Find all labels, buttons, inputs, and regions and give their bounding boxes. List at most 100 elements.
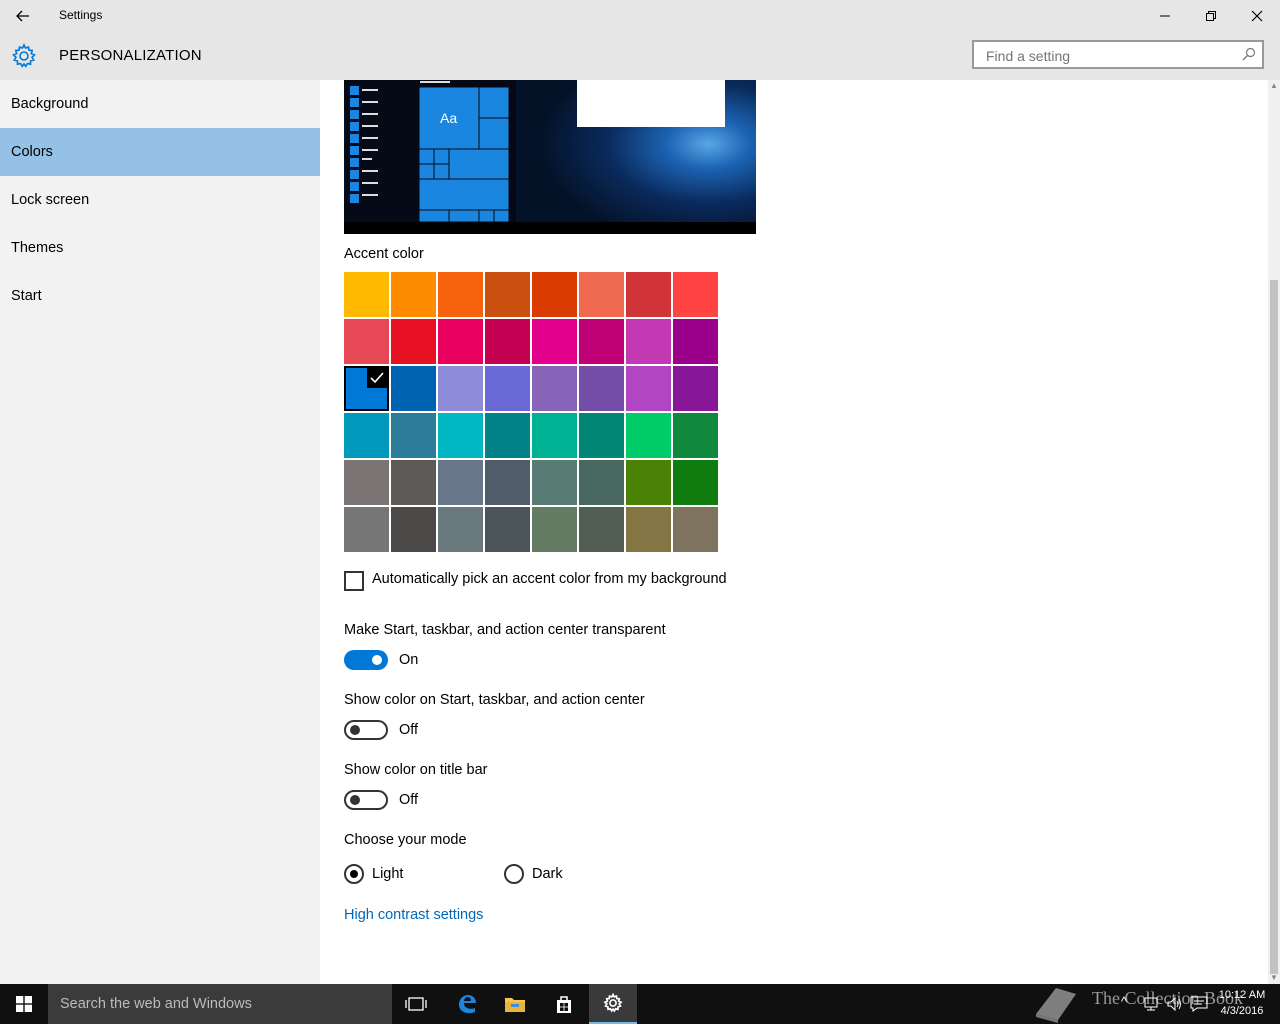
scroll-down-arrow-icon[interactable]: ▼ (1268, 972, 1280, 984)
accent-swatch[interactable] (626, 507, 671, 552)
taskbar-search[interactable]: Search the web and Windows (48, 984, 392, 1024)
page-title: PERSONALIZATION (59, 47, 202, 64)
accent-swatch[interactable] (391, 272, 436, 317)
accent-swatch[interactable] (391, 366, 436, 411)
accent-swatch[interactable] (438, 460, 483, 505)
accent-swatch[interactable] (485, 507, 530, 552)
network-icon[interactable] (1143, 996, 1159, 1017)
title-bar: Settings (0, 0, 1280, 32)
accent-swatch[interactable] (673, 413, 718, 458)
volume-icon[interactable] (1166, 996, 1184, 1017)
mode-dark-radio[interactable] (504, 864, 524, 884)
task-view-button[interactable] (392, 984, 440, 1024)
accent-swatch[interactable] (485, 460, 530, 505)
close-button[interactable] (1234, 0, 1280, 32)
auto-pick-checkbox[interactable] (344, 571, 364, 591)
mode-light-label[interactable]: Light (372, 866, 403, 882)
windows-logo-icon (16, 996, 32, 1012)
sidebar-item-themes[interactable]: Themes (0, 224, 320, 272)
tray-chevron-icon[interactable]: ^ (1121, 994, 1127, 1009)
accent-swatch[interactable] (673, 507, 718, 552)
scrollbar[interactable]: ▲ ▼ (1268, 80, 1280, 984)
theme-preview: Aa (344, 80, 756, 234)
accent-swatch[interactable] (438, 413, 483, 458)
accent-swatch[interactable] (438, 366, 483, 411)
accent-swatch[interactable] (626, 366, 671, 411)
accent-swatch[interactable] (391, 319, 436, 364)
accent-swatch[interactable] (485, 366, 530, 411)
accent-swatch[interactable] (485, 319, 530, 364)
transparent-toggle[interactable] (344, 650, 388, 670)
accent-swatch[interactable] (532, 507, 577, 552)
accent-swatch[interactable] (626, 272, 671, 317)
restore-button[interactable] (1188, 0, 1234, 32)
high-contrast-link[interactable]: High contrast settings (344, 907, 483, 923)
accent-swatch[interactable] (626, 413, 671, 458)
accent-swatch[interactable] (485, 413, 530, 458)
accent-swatch[interactable] (391, 413, 436, 458)
action-center-icon[interactable] (1190, 996, 1208, 1017)
accent-swatch[interactable] (391, 460, 436, 505)
accent-swatch[interactable] (344, 272, 389, 317)
sidebar-item-start[interactable]: Start (0, 272, 320, 320)
accent-swatch[interactable] (485, 272, 530, 317)
accent-swatch[interactable] (673, 366, 718, 411)
book-watermark-icon (1030, 984, 1082, 1029)
accent-swatch[interactable] (344, 507, 389, 552)
accent-swatch[interactable] (532, 366, 577, 411)
taskbar-clock[interactable]: 10:12 AM 4/3/2016 (1212, 987, 1272, 1019)
folder-icon (505, 998, 525, 1012)
show-color-start-toggle[interactable] (344, 720, 388, 740)
accent-swatch[interactable] (344, 319, 389, 364)
sidebar-item-background[interactable]: Background (0, 80, 320, 128)
store-button[interactable] (540, 984, 588, 1024)
edge-button[interactable] (443, 984, 491, 1024)
accent-swatch[interactable] (438, 507, 483, 552)
file-explorer-button[interactable] (491, 984, 539, 1024)
search-box[interactable] (972, 40, 1264, 69)
accent-swatch[interactable] (391, 507, 436, 552)
accent-swatch[interactable] (579, 413, 624, 458)
minimize-button[interactable] (1142, 0, 1188, 32)
accent-swatch[interactable] (532, 460, 577, 505)
show-color-title-toggle[interactable] (344, 790, 388, 810)
minimize-icon (1160, 15, 1170, 17)
accent-swatch[interactable] (579, 272, 624, 317)
accent-swatch[interactable] (438, 319, 483, 364)
sidebar-item-lock-screen[interactable]: Lock screen (0, 176, 320, 224)
accent-swatch[interactable] (438, 272, 483, 317)
accent-swatch[interactable] (673, 272, 718, 317)
scrollbar-thumb[interactable] (1270, 280, 1278, 974)
accent-swatch[interactable] (344, 460, 389, 505)
mode-light-radio[interactable] (344, 864, 364, 884)
accent-swatch[interactable] (579, 507, 624, 552)
accent-swatch[interactable] (344, 413, 389, 458)
accent-swatch[interactable] (532, 272, 577, 317)
scroll-up-arrow-icon[interactable]: ▲ (1268, 80, 1280, 92)
accent-swatch[interactable] (626, 460, 671, 505)
accent-swatch[interactable] (579, 366, 624, 411)
search-input[interactable] (984, 46, 1228, 66)
accent-swatch[interactable] (532, 413, 577, 458)
accent-swatch[interactable] (673, 319, 718, 364)
transparent-state: On (399, 652, 419, 668)
start-button[interactable] (0, 984, 48, 1024)
back-button[interactable] (0, 0, 46, 32)
checkmark-icon (367, 368, 387, 388)
show-color-start-state: Off (399, 722, 419, 738)
accent-swatch[interactable] (532, 319, 577, 364)
accent-swatch[interactable] (579, 319, 624, 364)
clock-time: 10:12 AM (1218, 989, 1266, 1001)
mode-dark-label[interactable]: Dark (532, 866, 563, 882)
accent-swatch[interactable] (344, 366, 389, 411)
accent-color-label: Accent color (344, 246, 424, 262)
toggle-knob (350, 725, 360, 735)
search-icon[interactable] (1242, 47, 1256, 66)
accent-swatch[interactable] (626, 319, 671, 364)
show-color-start-label: Show color on Start, taskbar, and action… (344, 692, 645, 708)
sidebar-item-colors[interactable]: Colors (0, 128, 320, 176)
settings-taskbar-button[interactable] (589, 984, 637, 1024)
task-view-icon (405, 997, 427, 1011)
accent-swatch[interactable] (673, 460, 718, 505)
accent-swatch[interactable] (579, 460, 624, 505)
